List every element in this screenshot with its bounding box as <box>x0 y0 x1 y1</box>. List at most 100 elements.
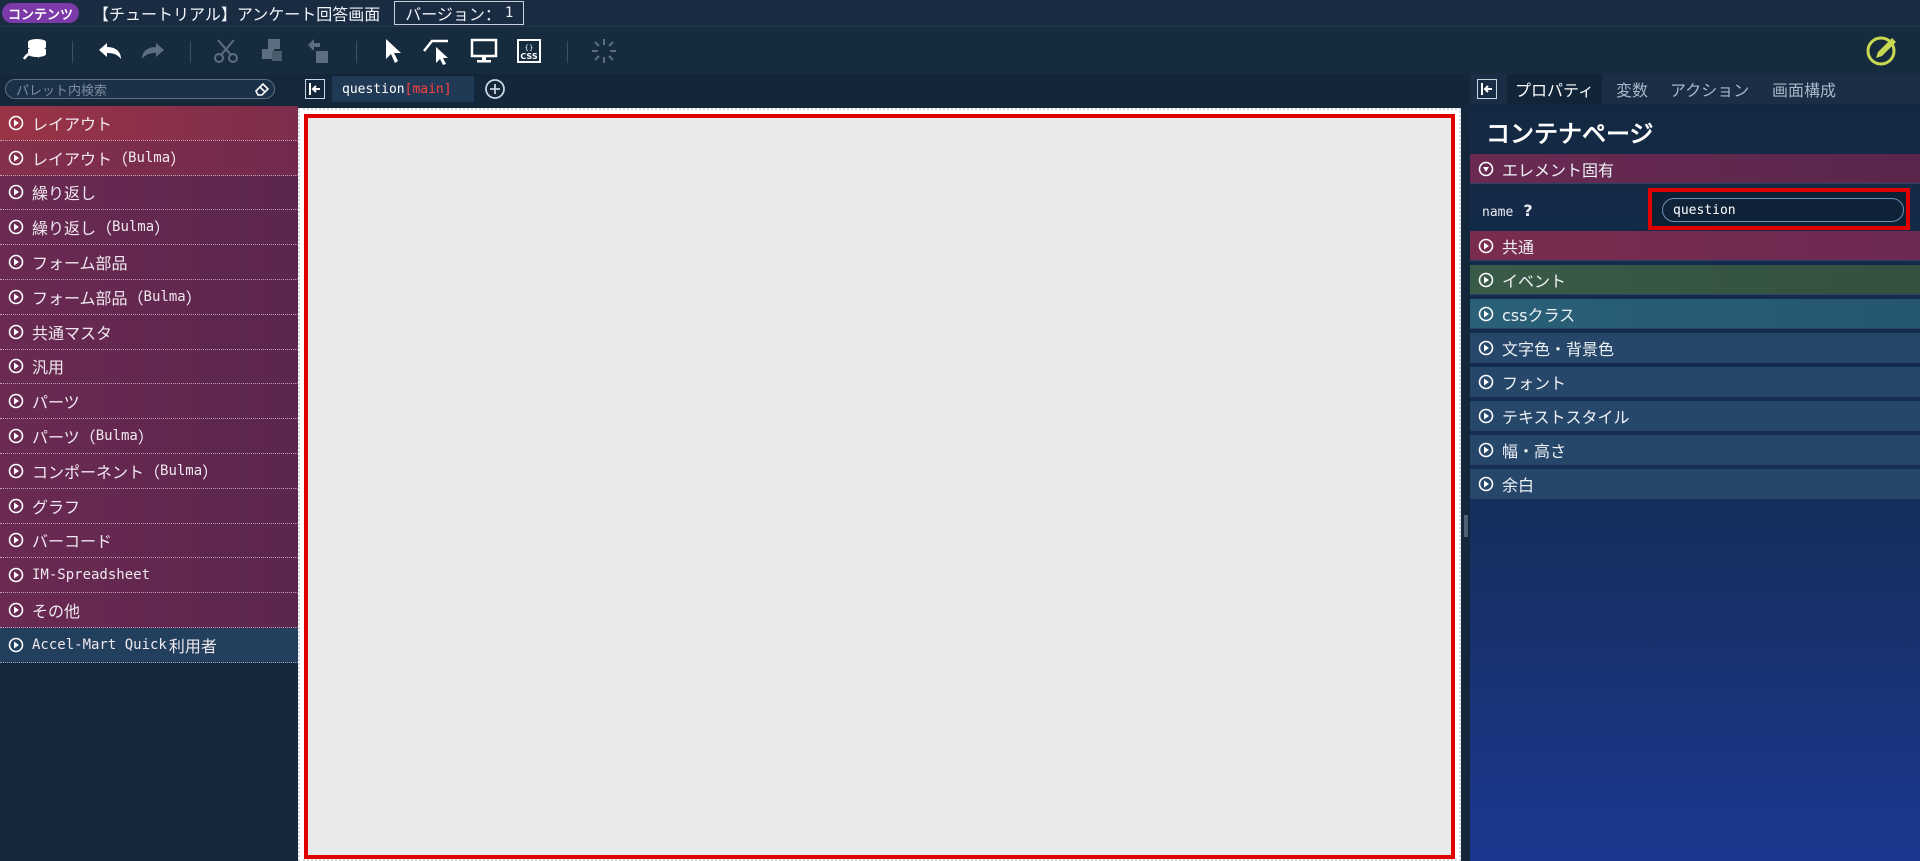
palette-category-label: バーコード <box>32 532 113 552</box>
screen-title: 【チュートリアル】アンケート回答画面 <box>93 5 381 24</box>
add-page-icon[interactable] <box>484 78 506 100</box>
toolbar-separator <box>72 41 73 63</box>
palette-category-item[interactable]: コンポーネント（ Bulma） <box>0 453 298 489</box>
collapse-properties-button[interactable] <box>1477 79 1497 99</box>
page-tab-bar: question [main] <box>298 74 1470 102</box>
panel-splitter-handle[interactable] <box>1464 515 1468 537</box>
expand-category-icon <box>8 567 24 583</box>
css-icon[interactable]: {} CSS <box>513 36 545 66</box>
palette-category-latin: Bulma <box>160 462 203 479</box>
expand-category-icon <box>8 463 24 479</box>
section-label: 共通 <box>1502 237 1535 257</box>
section-text-style[interactable]: テキストスタイル <box>1470 401 1920 431</box>
clear-search-icon[interactable] <box>254 82 270 96</box>
palette-category-item[interactable]: IM-Spreadsheet <box>0 558 298 594</box>
palette-category-item[interactable]: 繰り返し（ Bulma） <box>0 210 298 246</box>
expand-category-icon <box>8 393 24 409</box>
section-event[interactable]: イベント <box>1470 265 1920 295</box>
name-input[interactable] <box>1662 198 1904 222</box>
cut-icon[interactable] <box>210 36 242 66</box>
palette-category-item[interactable]: 繰り返し <box>0 175 298 211</box>
expand-category-icon <box>8 498 24 513</box>
tab-properties[interactable]: プロパティ <box>1507 74 1603 104</box>
palette-category-item[interactable]: レイアウト（ Bulma） <box>0 140 298 176</box>
palette-category-item[interactable]: フォーム部品 <box>0 245 298 280</box>
palette-category-item[interactable]: その他 <box>0 593 298 628</box>
expand-category-icon <box>8 115 24 131</box>
database-icon[interactable] <box>20 36 52 66</box>
section-common[interactable]: 共通 <box>1470 231 1920 261</box>
collapsed-section-icon <box>1478 340 1494 355</box>
area-select-icon[interactable] <box>422 36 454 66</box>
preview-icon[interactable] <box>468 36 500 66</box>
expanded-section-icon <box>1478 161 1494 176</box>
palette-category-label: パーツ <box>32 393 80 413</box>
palette-panel: レイアウトレイアウト（Bulma）繰り返し繰り返し（Bulma）フォーム部品フォ… <box>0 74 298 861</box>
palette-category-item[interactable]: パーツ（ Bulma） <box>0 419 298 454</box>
select-pointer-icon[interactable] <box>377 36 409 66</box>
tab-screen-structure[interactable]: 画面構成 <box>1772 74 1836 104</box>
palette-category-item[interactable]: 共通マスタ <box>0 314 298 350</box>
section-label: cssクラス <box>1502 305 1576 325</box>
palette-category-label: レイアウト（ <box>32 149 129 169</box>
palette-category-label: フォーム部品 <box>32 254 128 274</box>
collapse-palette-button[interactable] <box>305 79 325 99</box>
palette-category-item[interactable]: バーコード <box>0 523 298 559</box>
palette-category-latin: Bulma <box>95 428 138 445</box>
paste-icon[interactable] <box>302 36 334 66</box>
tab-actions[interactable]: アクション <box>1670 74 1749 104</box>
edit-icon[interactable] <box>1864 32 1902 68</box>
section-width-height[interactable]: 幅・高さ <box>1470 435 1920 465</box>
palette-category-label: その他 <box>32 602 81 622</box>
page-tab-question[interactable]: question [main] <box>332 76 474 102</box>
palette-category-suffix: 利用者 <box>168 636 217 656</box>
palette-category-item[interactable]: Accel-Mart Quick 利用者 <box>0 627 298 663</box>
palette-category-label: パーツ（ <box>32 428 96 448</box>
section-css-class[interactable]: cssクラス <box>1470 299 1920 329</box>
expand-category-icon <box>8 533 24 548</box>
element-type-heading: コンテナページ <box>1486 120 1654 148</box>
version-box: バージョン： 1 <box>394 1 525 25</box>
palette-category-label: グラフ <box>32 497 81 517</box>
tab-variables[interactable]: 変数 <box>1616 74 1648 104</box>
section-text-bg-color[interactable]: 文字色・背景色 <box>1470 333 1920 363</box>
name-input-highlight <box>1648 188 1910 230</box>
collapse-left-icon <box>309 83 320 95</box>
palette-category-suffix: ） <box>154 219 171 239</box>
redo-icon[interactable] <box>138 36 170 66</box>
expand-category-icon <box>8 185 24 200</box>
copy-icon[interactable] <box>256 36 288 66</box>
version-number: 1 <box>504 5 514 21</box>
palette-category-latin: Bulma <box>112 219 155 236</box>
palette-category-item[interactable]: 汎用 <box>0 349 298 385</box>
undo-icon[interactable] <box>93 36 125 66</box>
expand-category-icon <box>8 324 24 339</box>
title-bar: コンテンツ 【チュートリアル】アンケート回答画面 バージョン： 1 <box>0 0 1920 26</box>
palette-category-item[interactable]: グラフ <box>0 488 298 524</box>
palette-search-input[interactable] <box>6 82 274 101</box>
palette-category-label: 繰り返し（ <box>32 219 113 239</box>
section-margin[interactable]: 余白 <box>1470 469 1920 499</box>
canvas-frame <box>298 108 1461 861</box>
collapse-right-icon <box>1481 83 1492 95</box>
help-icon[interactable]: ? <box>1523 201 1532 220</box>
container-page-canvas[interactable] <box>304 114 1455 859</box>
collapsed-section-icon <box>1478 476 1494 491</box>
palette-category-latin: IM-Spreadsheet <box>32 567 151 584</box>
palette-category-item[interactable]: パーツ <box>0 384 298 420</box>
palette-category-label: 汎用 <box>32 358 65 378</box>
toolbar: {} CSS <box>0 26 1920 74</box>
page-tab-name: question <box>342 81 405 97</box>
palette-category-latin: Bulma <box>143 288 186 305</box>
palette-category-label: コンポーネント（ <box>32 462 161 482</box>
expand-category-icon <box>8 150 24 165</box>
section-element-specific[interactable]: エレメント固有 <box>1470 154 1920 184</box>
palette-category-list: レイアウト レイアウト（ Bulma）繰り返し 繰り返し（ Bulma）フォーム部品 フォ… <box>0 106 298 663</box>
palette-category-suffix: ） <box>185 288 202 308</box>
section-label: テキストスタイル <box>1502 407 1630 427</box>
section-font[interactable]: フォント <box>1470 367 1920 397</box>
palette-category-item[interactable]: レイアウト <box>0 106 298 141</box>
collapsed-section-icon <box>1478 442 1494 457</box>
palette-category-item[interactable]: フォーム部品（ Bulma） <box>0 279 298 315</box>
palette-search <box>5 79 275 101</box>
